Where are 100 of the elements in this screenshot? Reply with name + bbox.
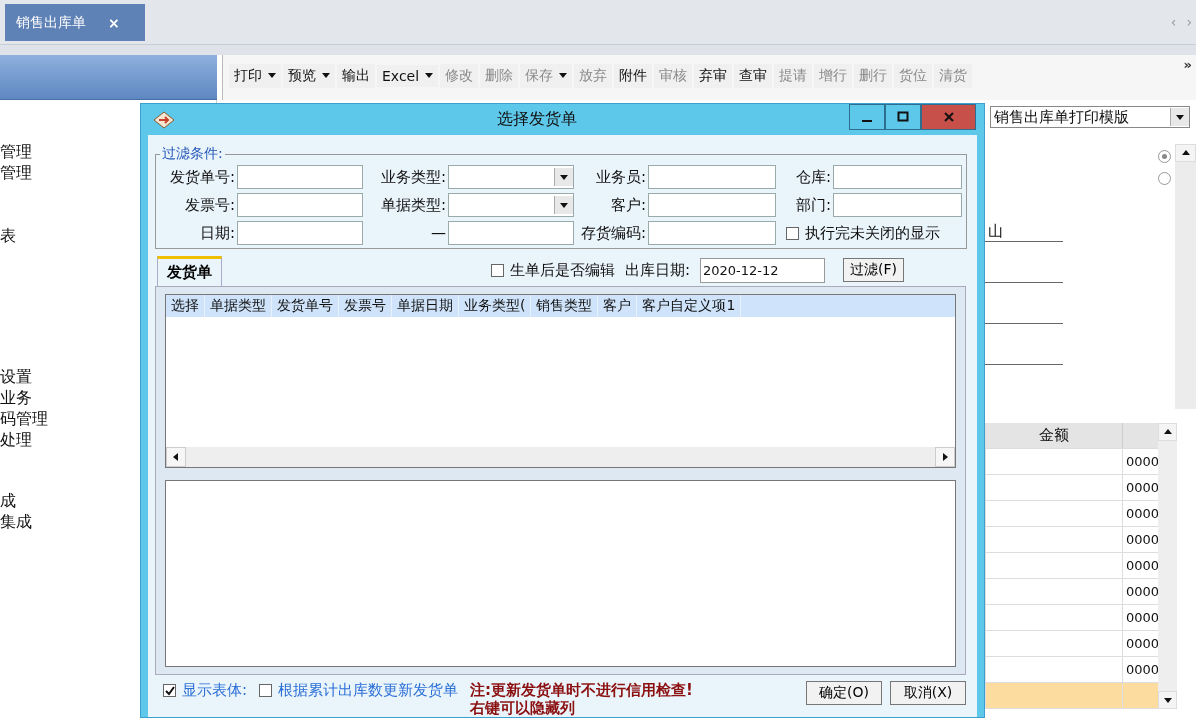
up-arrow-icon (1163, 428, 1172, 436)
checkbox[interactable] (490, 263, 504, 277)
group-label: 过滤条件: (161, 145, 224, 163)
note-text: 注:更新发货单时不进行信用检查! (470, 681, 693, 699)
vertical-scrollbar[interactable] (1158, 423, 1177, 709)
checkbox-label: 根据累计出库数更新发货单 (278, 681, 459, 700)
table-cell: 0000 (1126, 532, 1160, 547)
field-label: 出库日期: (624, 260, 690, 280)
input-field[interactable] (833, 165, 962, 189)
field-label: 客户: (609, 195, 646, 215)
table-cell: 0000 (1126, 454, 1160, 469)
toolbar-button[interactable]: 弃审 (694, 63, 733, 88)
table-cell: 0000 (1126, 610, 1160, 625)
date-field[interactable]: 2020-12-12 (700, 257, 825, 283)
dialog-title: 选择发货单 (496, 109, 578, 130)
column-header: 金额 (986, 423, 1123, 448)
close-tab-button[interactable]: × (108, 14, 120, 31)
vertical-scrollbar[interactable] (1175, 144, 1196, 409)
table-row[interactable]: 0000 (986, 553, 1158, 579)
toolbar-button[interactable]: Excel (377, 64, 439, 87)
input-field[interactable] (648, 165, 776, 189)
column-header[interactable]: 销售类型 (531, 295, 599, 317)
up-arrow-icon (1181, 149, 1190, 157)
down-arrow-icon (560, 173, 568, 181)
toolbar-button[interactable]: 输出 (337, 63, 375, 88)
left-arrow-icon (172, 453, 180, 461)
checkbox[interactable] (786, 226, 799, 240)
input-field[interactable] (237, 165, 363, 189)
toolbar-overflow-button[interactable]: » (1183, 57, 1192, 72)
input-field[interactable] (448, 221, 574, 245)
right-arrow-icon (941, 453, 949, 461)
checkbox[interactable] (259, 684, 273, 697)
table-row[interactable]: 0000 (986, 605, 1158, 631)
field-label: 业务类型: (379, 167, 446, 187)
column-header[interactable]: 业务类型( (459, 295, 532, 317)
field-label: 仓库: (794, 167, 831, 187)
table-cell: 0000 (1126, 558, 1160, 573)
horizontal-scrollbar[interactable] (166, 447, 955, 467)
check-icon (164, 685, 175, 696)
table-cell: 0000 (1126, 662, 1160, 677)
field-value: 山 (987, 222, 1004, 241)
column-header[interactable]: 客户自定义项1 (637, 295, 742, 317)
table-row[interactable]: 0000 (986, 631, 1158, 657)
dialog-button[interactable]: 取消(X) (890, 681, 966, 705)
toolbar-button[interactable]: 打印 (229, 63, 281, 88)
input-field[interactable] (237, 221, 363, 245)
field-label: 业务员: (594, 167, 646, 187)
document-tab[interactable]: 销售出库单 × (5, 4, 145, 41)
toolbar-button[interactable]: 查审 (734, 63, 773, 88)
column-header[interactable]: 单据类型 (205, 295, 272, 317)
maximize-icon (897, 111, 909, 123)
checkbox-label: 生单后是否编辑 (509, 260, 615, 280)
table-row[interactable]: 0000 (986, 527, 1158, 553)
minimize-icon (862, 120, 872, 122)
toolbar-button[interactable]: 预览 (283, 63, 335, 88)
column-header[interactable]: 选择 (166, 295, 205, 317)
checkbox[interactable] (163, 684, 176, 697)
table-cell: 0000 (1126, 584, 1160, 599)
field-label: 单据类型: (379, 195, 446, 215)
checkbox-label: 执行完未关闭的显示 (805, 223, 940, 243)
column-header[interactable]: 客户 (598, 295, 638, 317)
dialog-button[interactable]: 确定(O) (806, 681, 882, 705)
tab[interactable]: 发货单 (157, 256, 222, 286)
table-row[interactable]: 0000 (986, 449, 1158, 475)
down-arrow-icon (1163, 696, 1172, 704)
input-field[interactable] (833, 193, 962, 217)
app-icon (153, 110, 175, 129)
table-cell: 0000 (1126, 636, 1160, 651)
column-header[interactable]: 发票号 (339, 295, 392, 317)
toolbar-button[interactable]: 附件 (614, 63, 653, 88)
down-arrow-icon (1176, 113, 1184, 121)
close-icon (942, 111, 955, 123)
field-label: 日期: (198, 223, 235, 243)
close-button[interactable] (921, 104, 976, 130)
input-field[interactable] (648, 221, 776, 245)
table-row[interactable]: 0000 (986, 657, 1158, 683)
note-text: 右键可以隐藏列 (470, 699, 577, 717)
field-label: 存货编码: (579, 223, 646, 243)
filter-button[interactable]: 过滤(F) (843, 258, 904, 282)
input-field[interactable] (648, 193, 776, 217)
column-header[interactable]: 发货单号 (272, 295, 339, 317)
field-label: 发货单号: (168, 167, 235, 187)
radio-button[interactable] (1158, 150, 1171, 163)
table-row[interactable]: 0000 (986, 475, 1158, 501)
down-arrow-icon (560, 201, 568, 209)
table-row[interactable]: 0000 (986, 579, 1158, 605)
input-field[interactable] (237, 193, 363, 217)
print-template-select[interactable]: 销售出库单打印模版 (990, 106, 1190, 128)
column-header[interactable]: 单据日期 (392, 295, 459, 317)
table-row[interactable]: 0000 (986, 501, 1158, 527)
dropdown-button[interactable] (1170, 108, 1189, 126)
field-label: 部门: (794, 195, 831, 215)
radio-button[interactable] (1158, 172, 1171, 185)
checkbox-label: 显示表体: (182, 681, 248, 700)
select-field[interactable] (448, 165, 574, 189)
field-label: — (430, 224, 446, 242)
minimize-button[interactable] (849, 104, 885, 130)
select-field[interactable] (448, 193, 574, 217)
maximize-button[interactable] (885, 104, 921, 130)
table-cell: 0000 (1126, 480, 1160, 495)
